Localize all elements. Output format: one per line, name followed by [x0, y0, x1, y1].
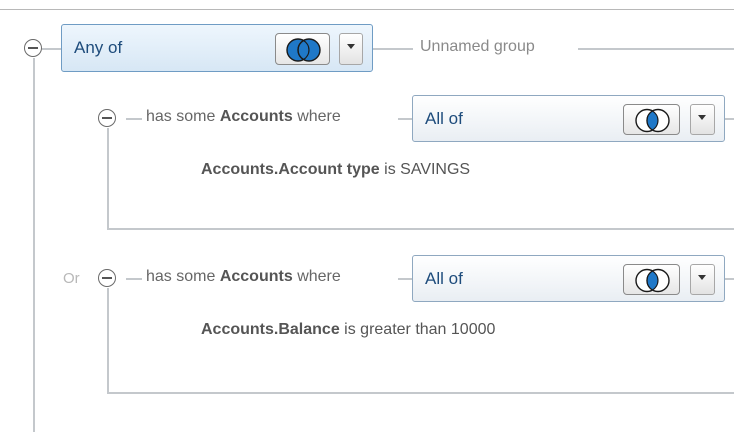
- group1-connector-left: [126, 118, 142, 120]
- group1-venn-button[interactable]: [623, 104, 680, 135]
- group1-bottom-line: [107, 228, 734, 230]
- group2-connector-mid: [398, 278, 412, 280]
- group2-condition-value: 10000: [450, 321, 496, 338]
- venn-intersection-icon: [635, 108, 670, 133]
- root-group-line-left: [373, 48, 413, 50]
- root-connector-line: [42, 48, 62, 50]
- group1-dropdown-button[interactable]: [690, 104, 715, 135]
- group2-dropdown-button[interactable]: [690, 264, 715, 295]
- group1-suffix: where: [297, 108, 341, 125]
- group2-combo-value: All of: [425, 269, 463, 288]
- group1-connector-mid: [398, 118, 412, 120]
- root-dropdown-button[interactable]: [339, 33, 363, 65]
- group2-collapse-button[interactable]: [98, 269, 116, 287]
- root-collapse-button[interactable]: [24, 39, 42, 57]
- group1-condition-value: SAVINGS: [400, 161, 471, 178]
- group2-connector-right: [725, 278, 734, 280]
- group2-connector-left: [126, 278, 142, 280]
- root-group-line-right: [578, 48, 734, 50]
- group1-collapse-button[interactable]: [98, 109, 116, 127]
- group2-suffix: where: [297, 268, 341, 285]
- group1-tree-line: [107, 128, 109, 228]
- group2-or-connector: Or: [63, 270, 80, 287]
- group1-prefix: has some: [146, 108, 216, 125]
- group2-label: has some Accounts where: [146, 268, 341, 286]
- group2-condition-operator: is greater than: [344, 321, 447, 338]
- group1-condition-field: Accounts.Account type: [201, 161, 380, 178]
- top-border: [0, 9, 734, 10]
- group1-combo[interactable]: All of: [412, 95, 725, 142]
- root-tree-line: [33, 58, 35, 432]
- root-venn-button[interactable]: [275, 33, 330, 65]
- venn-intersection-icon: [635, 268, 670, 293]
- group2-combo[interactable]: All of: [412, 255, 725, 302]
- group2-condition-field: Accounts.Balance: [201, 321, 340, 338]
- group1-label: has some Accounts where: [146, 108, 341, 126]
- group1-condition-operator: is: [384, 161, 396, 178]
- group2-bottom-line: [107, 392, 734, 394]
- group2-condition[interactable]: Accounts.Balance is greater than 10000: [201, 321, 495, 339]
- group1-entity: Accounts: [219, 108, 293, 125]
- group2-prefix: has some: [146, 268, 216, 285]
- root-combo[interactable]: Any of: [61, 24, 373, 72]
- group2-tree-line: [107, 288, 109, 392]
- group1-connector-right: [725, 118, 734, 120]
- group2-venn-button[interactable]: [623, 264, 680, 295]
- group1-combo-value: All of: [425, 109, 463, 128]
- group1-condition[interactable]: Accounts.Account type is SAVINGS: [201, 161, 470, 179]
- root-combo-value: Any of: [74, 38, 123, 57]
- venn-union-icon: [286, 38, 321, 62]
- root-group-name: Unnamed group: [420, 38, 535, 55]
- group2-entity: Accounts: [219, 268, 293, 285]
